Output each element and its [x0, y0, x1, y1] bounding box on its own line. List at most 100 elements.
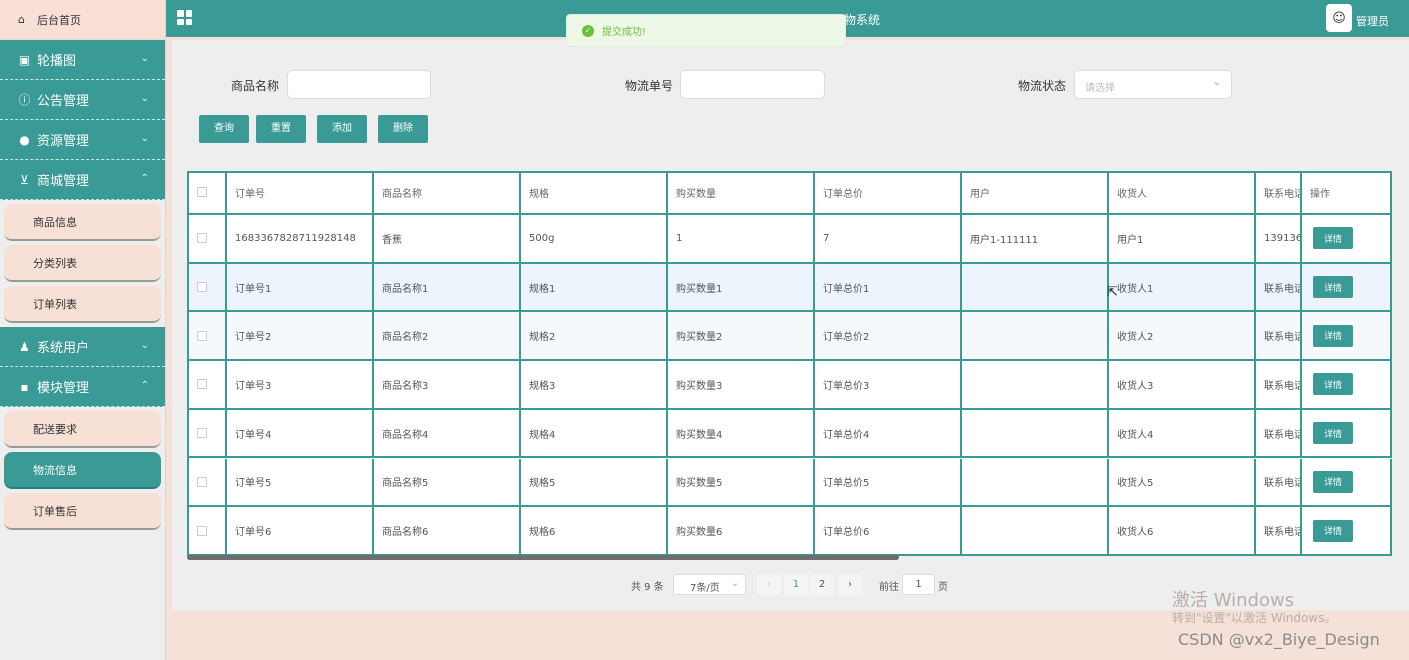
- table-cell: 订单总价4: [815, 409, 962, 459]
- table-cell: 商品名称3: [374, 361, 521, 410]
- tracking-number-label: 物流单号: [625, 79, 674, 93]
- prev-page-button[interactable]: ‹: [757, 574, 781, 595]
- sidebar-item-product-info[interactable]: 商品信息: [4, 204, 161, 241]
- sidebar-item-category-list[interactable]: 分类列表: [4, 245, 161, 282]
- sidebar-group-mall[interactable]: ⊻ 商城管理 ⌃: [0, 160, 165, 200]
- select-all-checkbox[interactable]: [197, 187, 207, 197]
- sidebar-group-carousel[interactable]: ▣ 轮播图 ⌄: [0, 40, 165, 80]
- sidebar-item-order-list[interactable]: 订单列表: [4, 286, 161, 323]
- chevron-down-icon: ⌄: [730, 578, 739, 589]
- row-checkbox[interactable]: [197, 379, 207, 390]
- table-cell: 购买数量4: [668, 409, 815, 459]
- table-cell: 收货人5: [1109, 458, 1256, 508]
- chevron-down-icon: ⌄: [140, 93, 149, 104]
- table-cell: 联系电话1: [1256, 263, 1302, 313]
- table-left-border: [187, 171, 189, 556]
- avatar[interactable]: ☺: [1326, 4, 1352, 32]
- actions-cell: 详情: [1302, 215, 1392, 264]
- table-cell: 7: [815, 215, 962, 264]
- row-checkbox[interactable]: [197, 525, 207, 536]
- detail-button[interactable]: 详情: [1313, 422, 1353, 445]
- row-checkbox[interactable]: [197, 476, 207, 487]
- sidebar-group-label: 系统用户: [37, 341, 90, 356]
- menu-grid-icon[interactable]: [177, 10, 192, 25]
- sidebar-item-after-sales[interactable]: 订单售后: [4, 493, 161, 530]
- reset-button[interactable]: 重置: [256, 115, 306, 143]
- table-cell: 订单号6: [227, 507, 374, 556]
- detail-button[interactable]: 详情: [1313, 227, 1353, 250]
- product-name-input[interactable]: [287, 70, 431, 99]
- sidebar-item-logistics-info[interactable]: 物流信息: [4, 452, 161, 489]
- sidebar-group-modules[interactable]: ▪ 模块管理 ⌃: [0, 367, 165, 407]
- main-panel: 商品名称 物流单号 物流状态 请选择 ⌄ 查询 重置 添加 删除 订单号 商品名称…: [172, 40, 1409, 610]
- table-cell: 香蕉: [374, 215, 521, 264]
- detail-button[interactable]: 详情: [1313, 373, 1353, 396]
- table-row: 订单号1商品名称1规格1购买数量1订单总价1 收货人1联系电话1 详情: [187, 263, 1392, 313]
- sidebar-item-home[interactable]: ⌂ 后台首页: [0, 0, 165, 40]
- table-cell: [962, 263, 1109, 313]
- page-1-button[interactable]: 1: [784, 574, 808, 595]
- sidebar-group-announcements[interactable]: ⓘ 公告管理 ⌄: [0, 80, 165, 120]
- orders-table: 订单号 商品名称 规格 购买数量 订单总价 用户 收货人 联系电话 操作 168336782871…: [187, 171, 1392, 556]
- sidebar-item-label: 订单列表: [33, 297, 77, 311]
- checkbox-cell: [187, 215, 227, 264]
- sidebar-group-label: 模块管理: [37, 381, 90, 396]
- add-button[interactable]: 添加: [317, 115, 367, 143]
- query-button[interactable]: 查询: [199, 115, 249, 143]
- table-cell: 商品名称1: [374, 263, 521, 313]
- table-cell: 规格4: [521, 409, 668, 459]
- detail-button[interactable]: 详情: [1313, 324, 1353, 347]
- table-row: 订单号5商品名称5规格5购买数量5订单总价5 收货人5联系电话5 详情: [187, 458, 1392, 508]
- row-checkbox[interactable]: [197, 428, 207, 439]
- search-form: 商品名称 物流单号 物流状态 请选择 ⌄: [172, 70, 1409, 100]
- table-cell: 订单总价5: [815, 458, 962, 508]
- table-cell: 商品名称6: [374, 507, 521, 556]
- table-cell: 联系电话5: [1256, 458, 1302, 508]
- row-checkbox[interactable]: [197, 330, 207, 341]
- product-name-label: 商品名称: [231, 79, 280, 93]
- detail-button[interactable]: 详情: [1313, 276, 1353, 299]
- table-cell: [962, 409, 1109, 459]
- logistics-status-select[interactable]: 请选择 ⌄: [1074, 70, 1232, 99]
- table-row: 1683367828711928148 香蕉 500g 1 7 用户1-111111 用户1…: [187, 215, 1392, 264]
- sidebar-group-system-users[interactable]: ♟ 系统用户 ⌄: [0, 327, 165, 367]
- table-cell: 收货人6: [1109, 507, 1256, 556]
- horizontal-scrollbar[interactable]: [187, 555, 899, 560]
- sidebar-group-resources[interactable]: ● 资源管理 ⌄: [0, 120, 165, 160]
- select-placeholder: 请选择: [1085, 83, 1115, 94]
- column-header: 操作: [1302, 171, 1392, 215]
- table-cell: 收货人3: [1109, 361, 1256, 410]
- goto-page-input[interactable]: 1: [902, 574, 935, 595]
- admin-label[interactable]: 管理员: [1356, 13, 1389, 29]
- column-header: 商品名称: [374, 171, 521, 215]
- checkbox-cell: [187, 171, 227, 215]
- chevron-down-icon: ⌄: [140, 133, 149, 144]
- bulb-icon: ●: [19, 132, 30, 147]
- checkbox-cell: [187, 361, 227, 410]
- detail-button[interactable]: 详情: [1313, 519, 1353, 542]
- table-cell: 购买数量6: [668, 507, 815, 556]
- table-cell: 规格2: [521, 312, 668, 362]
- detail-button[interactable]: 详情: [1313, 470, 1353, 493]
- table-cell: 联系电话3: [1256, 361, 1302, 410]
- table-cell: 购买数量2: [668, 312, 815, 362]
- success-toast: ✓ 提交成功!: [566, 14, 846, 47]
- next-page-button[interactable]: ›: [838, 574, 862, 595]
- table-cell: 联系电话6: [1256, 507, 1302, 556]
- sidebar-item-delivery-requirements[interactable]: 配送要求: [4, 411, 161, 448]
- row-checkbox[interactable]: [197, 233, 207, 244]
- tracking-number-input[interactable]: [680, 70, 825, 99]
- row-checkbox[interactable]: [197, 282, 207, 293]
- sidebar-group-label: 资源管理: [37, 134, 90, 149]
- sidebar-item-label: 订单售后: [33, 504, 77, 518]
- table-cell: 商品名称4: [374, 409, 521, 459]
- actions-cell: 详情: [1302, 361, 1392, 410]
- table-cell: 购买数量3: [668, 361, 815, 410]
- delete-button[interactable]: 删除: [378, 115, 428, 143]
- page-2-button[interactable]: 2: [810, 574, 834, 595]
- table-cell: [962, 507, 1109, 556]
- csdn-watermark: CSDN @vx2_Biye_Design: [1178, 630, 1380, 649]
- column-header: 订单总价: [815, 171, 962, 215]
- table-cell: 订单号4: [227, 409, 374, 459]
- page-size-select[interactable]: 7条/页 ⌄: [673, 574, 746, 595]
